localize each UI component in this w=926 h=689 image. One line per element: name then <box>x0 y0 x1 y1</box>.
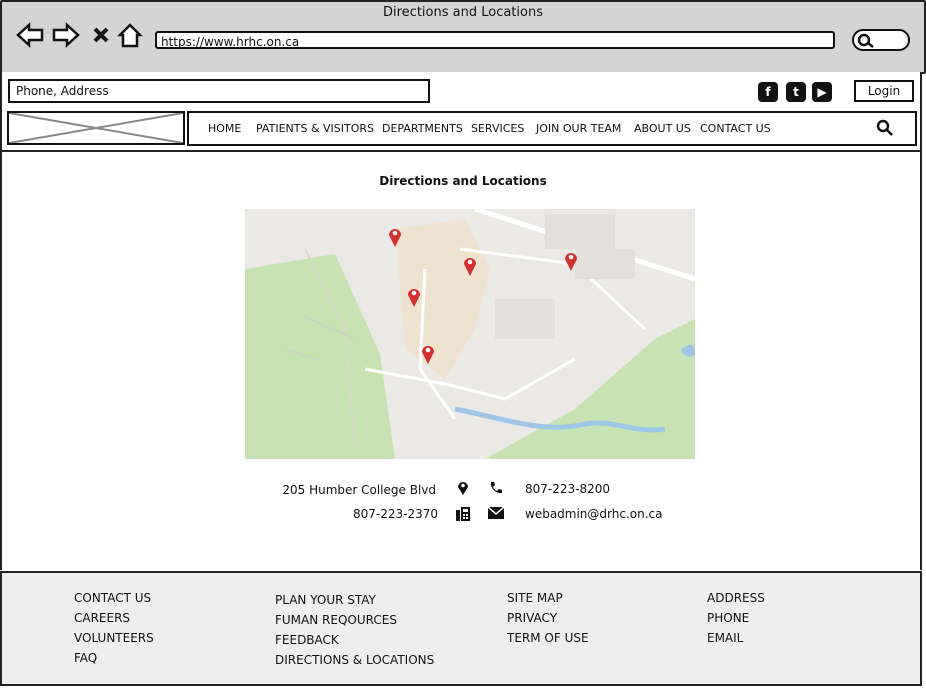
phone-text: 807-223-8200 <box>525 482 611 496</box>
phone-icon <box>486 481 506 499</box>
nav-join-our-team[interactable]: JOIN OUR TEAM <box>536 122 621 135</box>
site-search-input[interactable]: Phone, Address <box>8 79 430 103</box>
footer-column-1: CONTACT US CAREERS VOLUNTEERS FAQ <box>74 588 154 668</box>
search-icon <box>857 33 874 48</box>
envelope-icon <box>486 506 506 523</box>
map-pin-icon[interactable] <box>463 255 477 281</box>
home-icon[interactable] <box>116 22 144 56</box>
forward-arrow-icon[interactable] <box>52 22 80 56</box>
nav-contact-us[interactable]: CONTACT US <box>700 122 771 135</box>
fax-icon <box>453 506 473 526</box>
footer-link-volunteers[interactable]: VOLUNTEERS <box>74 628 154 648</box>
logo-placeholder[interactable] <box>7 111 185 145</box>
footer-column-3: SITE MAP PRIVACY TERM OF USE <box>507 588 589 648</box>
nav-patients-visitors[interactable]: PATIENTS & VISITORS <box>256 122 374 135</box>
map-pin-icon[interactable] <box>407 286 421 312</box>
address-text: 205 Humber College Blvd <box>282 483 436 497</box>
footer-link-privacy[interactable]: PRIVACY <box>507 608 589 628</box>
footer-link-human-resources[interactable]: FUMAN REQOURCES <box>275 610 434 630</box>
footer-link-term-of-use[interactable]: TERM OF USE <box>507 628 589 648</box>
twitter-icon[interactable]: t <box>786 82 806 102</box>
nav-about-us[interactable]: ABOUT US <box>634 122 691 135</box>
facebook-icon[interactable]: f <box>758 82 778 102</box>
footer-link-careers[interactable]: CAREERS <box>74 608 154 628</box>
nav-services[interactable]: SERVICES <box>471 122 524 135</box>
nav-home[interactable]: HOME <box>208 122 241 135</box>
footer-column-4: ADDRESS PHONE EMAIL <box>707 588 765 648</box>
back-arrow-icon[interactable] <box>16 22 44 56</box>
footer-link-faq[interactable]: FAQ <box>74 648 154 668</box>
footer-link-feedback[interactable]: FEEDBACK <box>275 630 434 650</box>
search-icon[interactable] <box>876 119 894 141</box>
browser-search-field[interactable] <box>852 29 910 51</box>
page-title: Directions and Locations <box>379 174 547 188</box>
footer-link-site-map[interactable]: SITE MAP <box>507 588 589 608</box>
youtube-icon[interactable]: ▶ <box>812 82 832 102</box>
email-text[interactable]: webadmin@drhc.on.ca <box>525 507 662 521</box>
nav-departments[interactable]: DEPARTMENTS <box>382 122 463 135</box>
url-bar[interactable]: https://www.hrhc.on.ca <box>155 31 835 49</box>
close-icon[interactable] <box>92 22 110 56</box>
footer-link-address[interactable]: ADDRESS <box>707 588 765 608</box>
location-map[interactable] <box>245 209 695 459</box>
map-pin-icon[interactable] <box>564 250 578 276</box>
footer-link-phone[interactable]: PHONE <box>707 608 765 628</box>
location-pin-icon <box>453 480 473 500</box>
fax-text: 807-223-2370 <box>352 507 438 521</box>
map-pin-icon[interactable] <box>421 343 435 369</box>
footer-link-contact-us[interactable]: CONTACT US <box>74 588 154 608</box>
footer-link-directions-locations[interactable]: DIRECTIONS & LOCATIONS <box>275 650 434 670</box>
login-button[interactable]: Login <box>854 80 914 102</box>
window-title: Directions and Locations <box>383 5 543 20</box>
footer-link-plan-your-stay[interactable]: PLAN YOUR STAY <box>275 590 434 610</box>
footer-column-2: PLAN YOUR STAY FUMAN REQOURCES FEEDBACK … <box>275 590 434 670</box>
map-pin-icon[interactable] <box>388 226 402 252</box>
footer-link-email[interactable]: EMAIL <box>707 628 765 648</box>
